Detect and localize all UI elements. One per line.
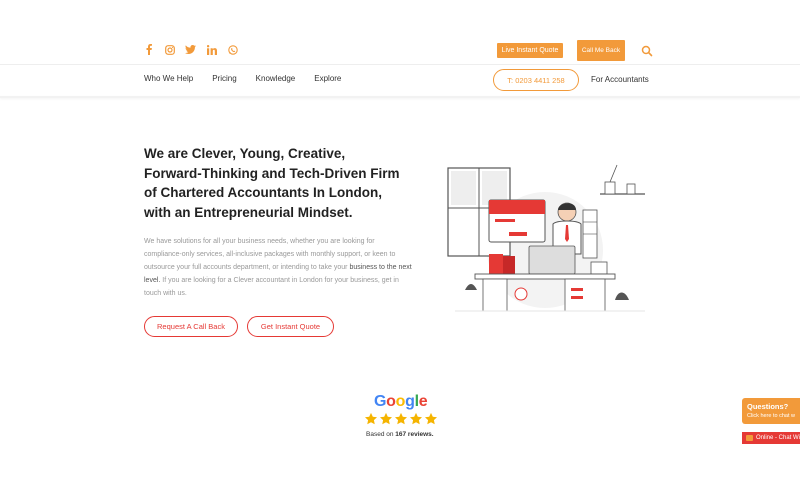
chat-title: Questions? [747,402,789,411]
live-instant-quote-button[interactable]: Live Instant Quote [497,43,563,58]
google-review-count[interactable]: Based on 167 reviews. [366,431,434,438]
hero-description: We have solutions for all your business … [144,235,412,300]
linkedin-icon[interactable] [206,44,217,55]
top-bar: Live Instant Quote Call Me Back [0,0,800,65]
twitter-icon[interactable] [185,44,196,55]
page: Live Instant Quote Call Me Back Who We H… [0,0,800,480]
nav-item-who-we-help[interactable]: Who We Help [144,74,193,83]
nav-item-knowledge[interactable]: Knowledge [256,74,296,83]
star-icon [424,412,438,425]
star-icon [379,412,393,425]
for-accountants-link[interactable]: For Accountants [591,75,649,84]
instagram-icon[interactable] [164,44,175,55]
get-instant-quote-button[interactable]: Get Instant Quote [247,316,334,337]
star-icon [409,412,423,425]
nav-item-explore[interactable]: Explore [314,74,341,83]
nav-divider [0,96,800,98]
star-icon [394,412,408,425]
hero-description-part3: If you are looking for a Clever accounta… [144,277,399,297]
review-count: 167 reviews. [395,431,434,438]
whatsapp-icon[interactable] [227,44,238,55]
star-icon [364,412,378,425]
chat-subtitle: Click here to chat w [747,413,795,419]
social-links [143,44,238,55]
nav-item-pricing[interactable]: Pricing [212,74,236,83]
main-nav: Who We Help Pricing Knowledge Explore [144,74,341,83]
chat-questions-box[interactable]: Questions? Click here to chat w [742,398,800,424]
google-logo: Google [374,393,428,410]
review-prefix: Based on [366,431,396,438]
search-icon[interactable] [641,44,653,57]
chat-online-label: Online - Chat Wi [755,435,800,441]
hero-illustration [447,164,645,312]
chat-bubble-icon [746,435,753,441]
facebook-icon[interactable] [143,44,154,55]
phone-number-button[interactable]: T: 0203 4411 258 [493,69,579,91]
chat-online-bar[interactable]: Online - Chat Wi [742,432,800,444]
hero-headline: We are Clever, Young, Creative, Forward-… [144,146,400,220]
google-rating-stars [364,412,438,426]
header-divider [0,64,800,65]
request-call-back-button[interactable]: Request A Call Back [144,316,238,337]
call-me-back-button[interactable]: Call Me Back [577,40,625,61]
